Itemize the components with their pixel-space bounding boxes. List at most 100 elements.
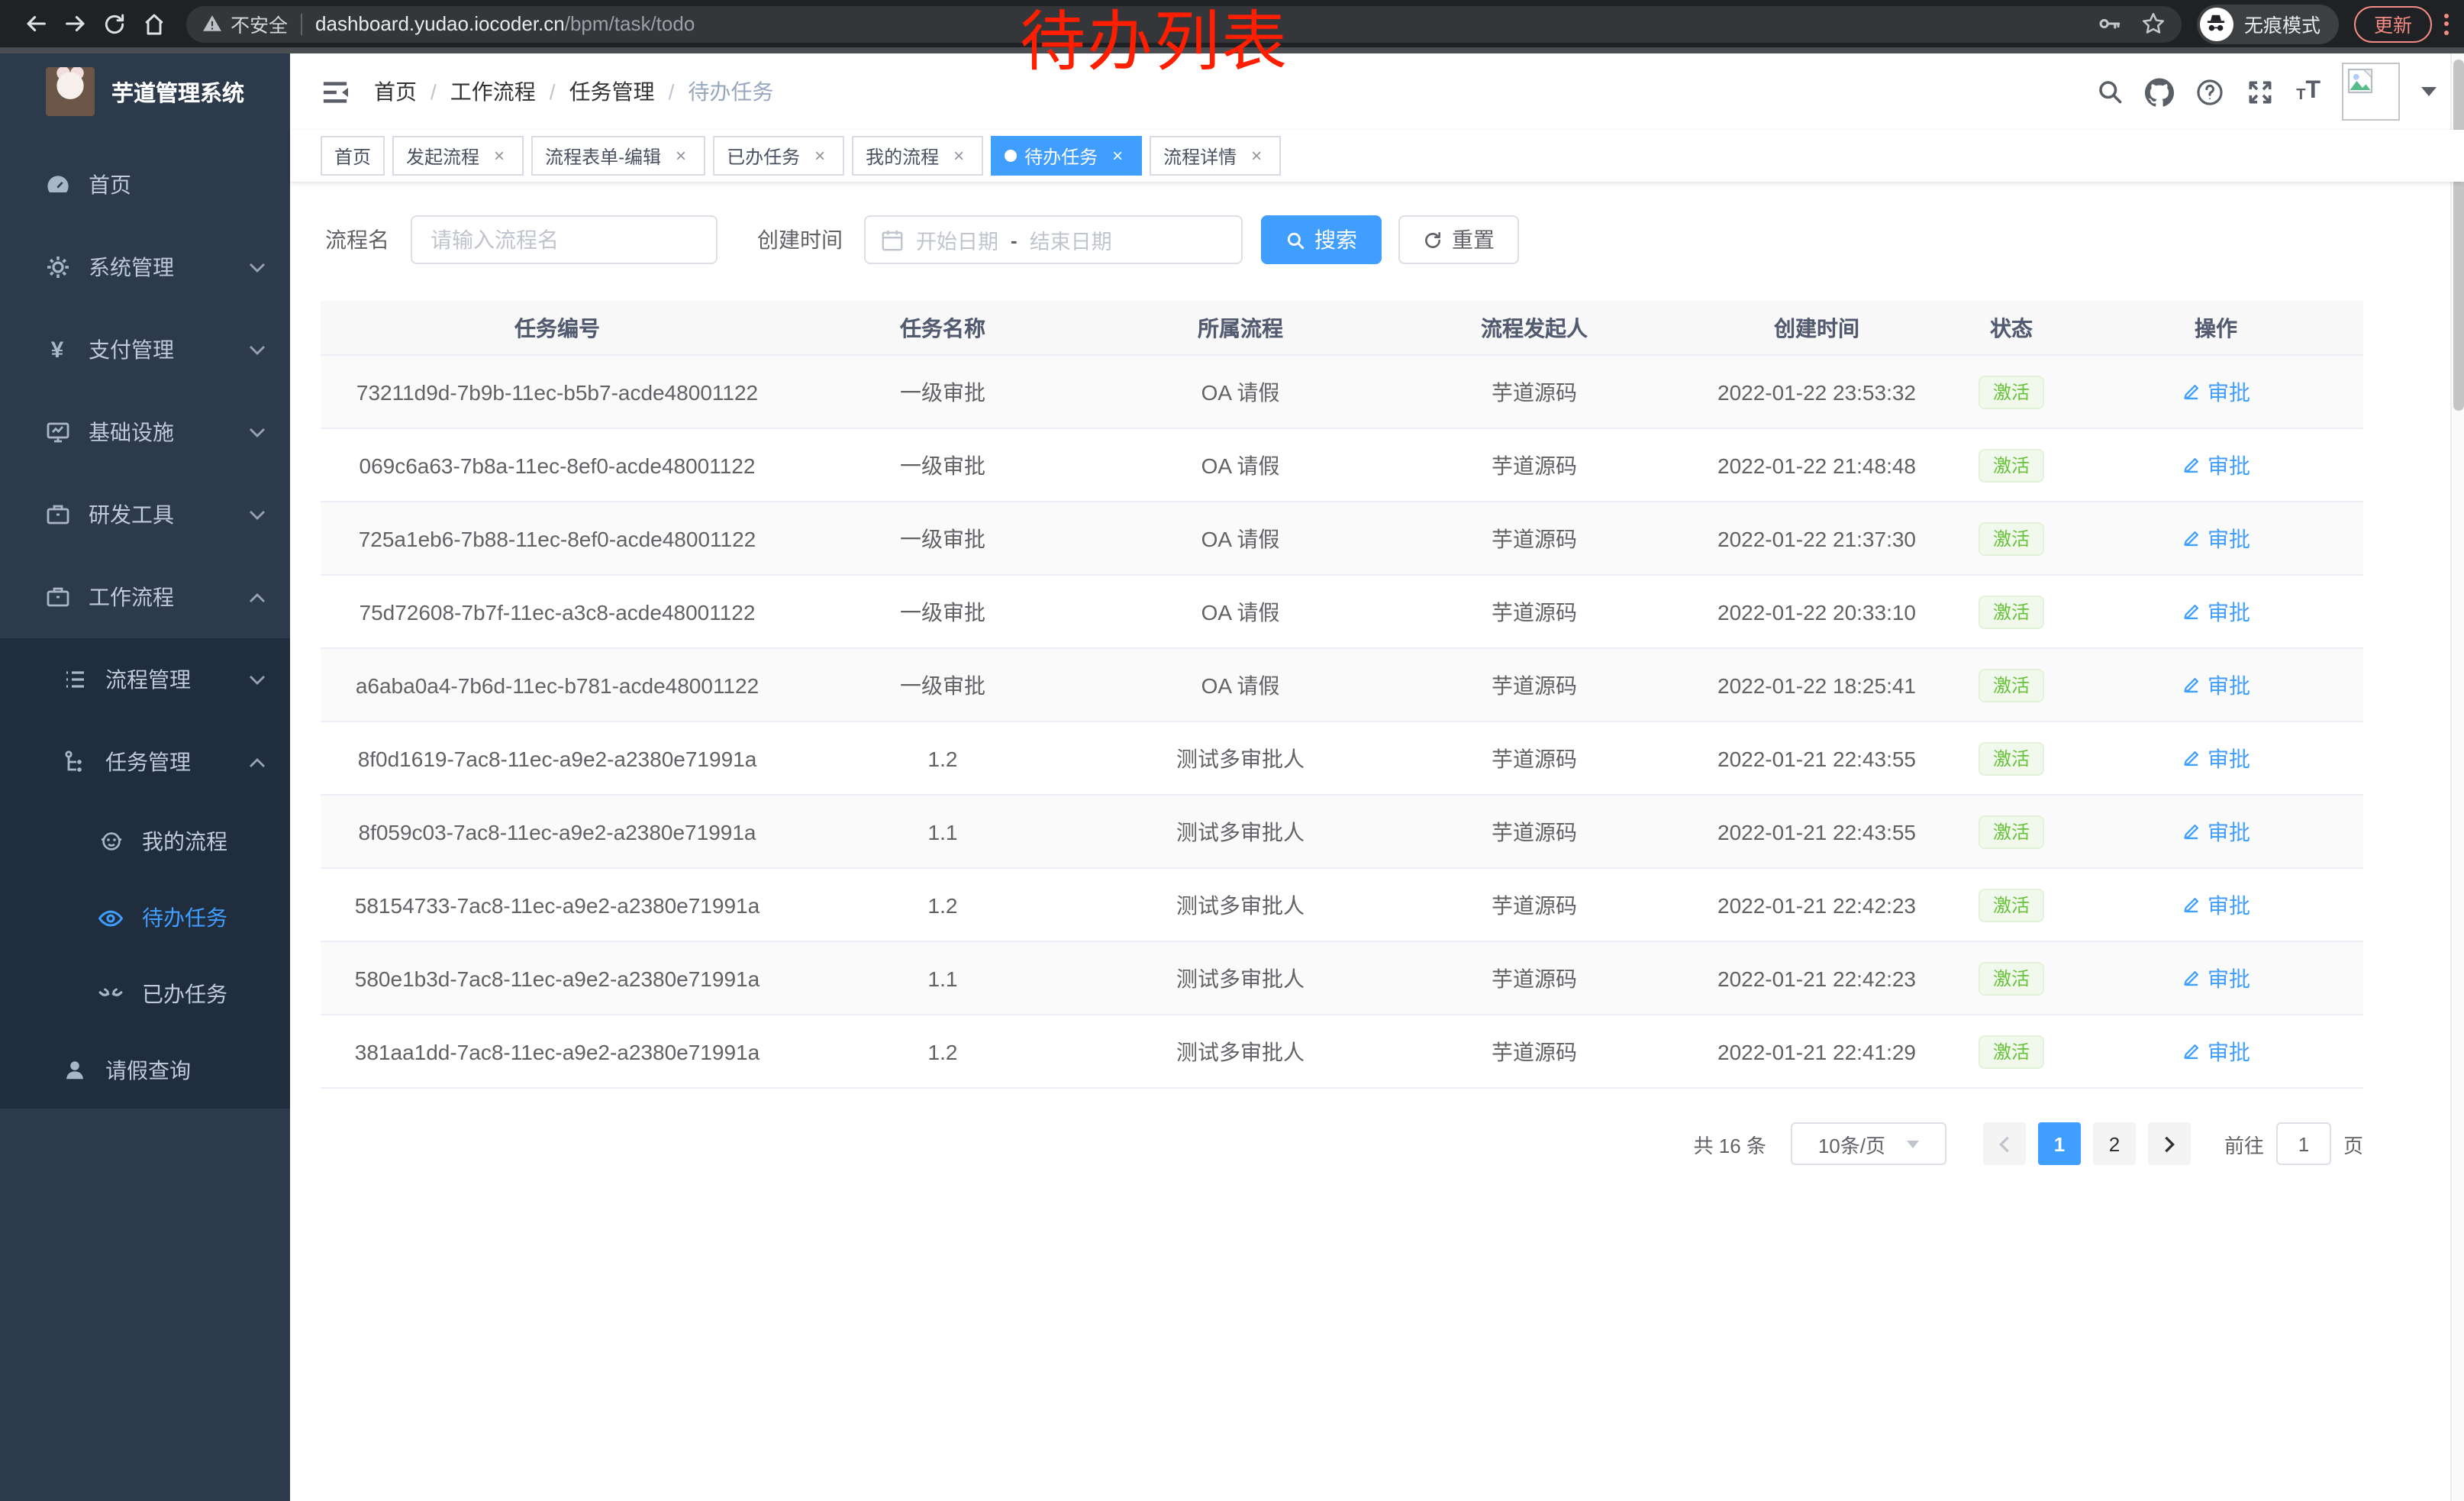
monitor-icon [44, 420, 70, 444]
font-size-icon[interactable]: TT [2296, 79, 2320, 104]
approve-link[interactable]: 审批 [2182, 743, 2250, 773]
sidebar-item-infrastructure[interactable]: 基础设施 [0, 391, 290, 473]
approve-link[interactable]: 审批 [2182, 816, 2250, 847]
avatar[interactable] [2342, 63, 2400, 121]
browser-back-icon[interactable] [15, 4, 55, 44]
table-row: 8f059c03-7ac8-11ec-a9e2-a2380e71991a 1.1… [321, 796, 2363, 869]
calendar-icon [881, 228, 904, 251]
create-time-label: 创建时间 [757, 224, 843, 255]
sidebar-item-payment[interactable]: ¥ 支付管理 [0, 308, 290, 391]
github-icon[interactable] [2145, 77, 2174, 106]
chevron-down-icon [249, 262, 266, 273]
browser-reload-icon[interactable] [95, 4, 134, 44]
close-icon: × [489, 145, 510, 166]
page-button-1[interactable]: 1 [2038, 1122, 2081, 1165]
briefcase-icon [44, 502, 70, 527]
avatar-caret-icon[interactable] [2421, 87, 2437, 96]
tab-start-process[interactable]: 发起流程× [392, 136, 524, 176]
eye-icon [98, 905, 124, 931]
app-title: 芋道管理系统 [111, 76, 244, 108]
breadcrumb-home[interactable]: 首页 [374, 76, 417, 107]
approve-link[interactable]: 审批 [2182, 450, 2250, 480]
goto-page-input[interactable] [2276, 1122, 2331, 1165]
col-process: 所属流程 [1092, 312, 1389, 343]
yen-icon: ¥ [44, 337, 70, 363]
browser-home-icon[interactable] [134, 4, 174, 44]
sidebar-item-todo-tasks[interactable]: 待办任务 [0, 880, 290, 956]
bookmark-star-icon[interactable] [2140, 11, 2166, 37]
approve-link[interactable]: 审批 [2182, 376, 2250, 407]
password-key-icon[interactable] [2096, 11, 2122, 37]
status-badge: 激活 [1979, 521, 2043, 555]
process-name-input[interactable] [411, 215, 718, 264]
status-badge: 激活 [1979, 815, 2043, 848]
address-bar[interactable]: 不安全 dashboard.yudao.iocoder.cn/bpm/task/… [186, 5, 2182, 42]
reset-button[interactable]: 重置 [1398, 215, 1519, 264]
tab-done-tasks[interactable]: 已办任务× [713, 136, 844, 176]
page-unit-label: 页 [2343, 1129, 2363, 1158]
omnibox-divider [300, 13, 302, 34]
sidebar-item-done-tasks[interactable]: 已办任务 [0, 956, 290, 1032]
table-row: 381aa1dd-7ac8-11ec-a9e2-a2380e71991a 1.2… [321, 1015, 2363, 1089]
table-row: 8f0d1619-7ac8-11ec-a9e2-a2380e71991a 1.2… [321, 722, 2363, 796]
sidebar-item-system[interactable]: 系统管理 [0, 226, 290, 308]
sidebar-item-task-mgmt[interactable]: 任务管理 [0, 721, 290, 803]
approve-link[interactable]: 审批 [2182, 523, 2250, 554]
chevron-down-icon [249, 509, 266, 520]
tags-view: 首页× 发起流程× 流程表单-编辑× 已办任务× 我的流程× 待办任务× 流程详… [290, 130, 2464, 182]
col-initiator: 流程发起人 [1389, 312, 1679, 343]
col-task-name: 任务名称 [794, 312, 1092, 343]
search-icon[interactable] [2096, 78, 2124, 105]
browser-menu-icon[interactable] [2444, 13, 2449, 34]
sidebar-item-my-process[interactable]: 我的流程 [0, 803, 290, 880]
filter-form: 流程名 创建时间 开始日期 - 结束日期 搜索 重置 [290, 182, 2464, 264]
approve-link[interactable]: 审批 [2182, 963, 2250, 993]
tab-todo-tasks[interactable]: 待办任务× [991, 136, 1142, 176]
security-label: 不安全 [231, 9, 288, 38]
prev-page-button[interactable] [1983, 1122, 2026, 1165]
search-button[interactable]: 搜索 [1261, 215, 1382, 264]
tab-home[interactable]: 首页× [321, 136, 385, 176]
col-created: 创建时间 [1679, 312, 1954, 343]
chevron-down-icon [249, 427, 266, 437]
status-badge: 激活 [1979, 595, 2043, 628]
chevron-down-icon [249, 674, 266, 685]
table-row: 73211d9d-7b9b-11ec-b5b7-acde48001122 一级审… [321, 356, 2363, 429]
sidebar: 芋道管理系统 首页 系统管理 ¥ 支付管 [0, 53, 290, 1501]
sidebar-item-home[interactable]: 首页 [0, 144, 290, 226]
page-scrollbar[interactable] [2450, 53, 2464, 1501]
page-button-2[interactable]: 2 [2093, 1122, 2136, 1165]
page-size-select[interactable]: 10条/页 [1791, 1122, 1946, 1165]
tab-process-detail[interactable]: 流程详情× [1150, 136, 1281, 176]
browser-update-button[interactable]: 更新 [2354, 5, 2432, 42]
status-badge: 激活 [1979, 668, 2043, 702]
table-header-row: 任务编号 任务名称 所属流程 流程发起人 创建时间 状态 操作 [321, 301, 2363, 356]
app-logo-row[interactable]: 芋道管理系统 [0, 53, 290, 130]
table-row: 75d72608-7b7f-11ec-a3c8-acde48001122 一级审… [321, 576, 2363, 649]
close-icon: × [1107, 145, 1128, 166]
next-page-button[interactable] [2148, 1122, 2191, 1165]
fullscreen-icon[interactable] [2246, 77, 2275, 106]
sidebar-item-dev-tools[interactable]: 研发工具 [0, 473, 290, 556]
approve-link[interactable]: 审批 [2182, 596, 2250, 627]
tab-form-edit[interactable]: 流程表单-编辑× [531, 136, 705, 176]
breadcrumb-task-mgmt[interactable]: 任务管理 [569, 76, 655, 107]
sidebar-item-leave-query[interactable]: 请假查询 [0, 1032, 290, 1109]
date-range-picker[interactable]: 开始日期 - 结束日期 [864, 215, 1243, 264]
sidebar-item-process-mgmt[interactable]: 流程管理 [0, 638, 290, 721]
list-icon [61, 667, 87, 692]
sidebar-collapse-icon[interactable] [321, 79, 350, 105]
window-edge [0, 47, 2464, 53]
approve-link[interactable]: 审批 [2182, 889, 2250, 920]
chevron-down-icon [1907, 1140, 1919, 1148]
breadcrumb-workflow[interactable]: 工作流程 [450, 76, 536, 107]
help-icon[interactable] [2195, 77, 2224, 106]
approve-link[interactable]: 审批 [2182, 1036, 2250, 1067]
tab-my-process[interactable]: 我的流程× [852, 136, 983, 176]
goto-label: 前往 [2224, 1129, 2264, 1158]
sidebar-item-workflow[interactable]: 工作流程 [0, 556, 290, 638]
approve-link[interactable]: 审批 [2182, 670, 2250, 700]
scrollbar-thumb[interactable] [2453, 60, 2464, 411]
not-secure-warning-icon [202, 14, 223, 34]
browser-forward-icon[interactable] [55, 4, 95, 44]
